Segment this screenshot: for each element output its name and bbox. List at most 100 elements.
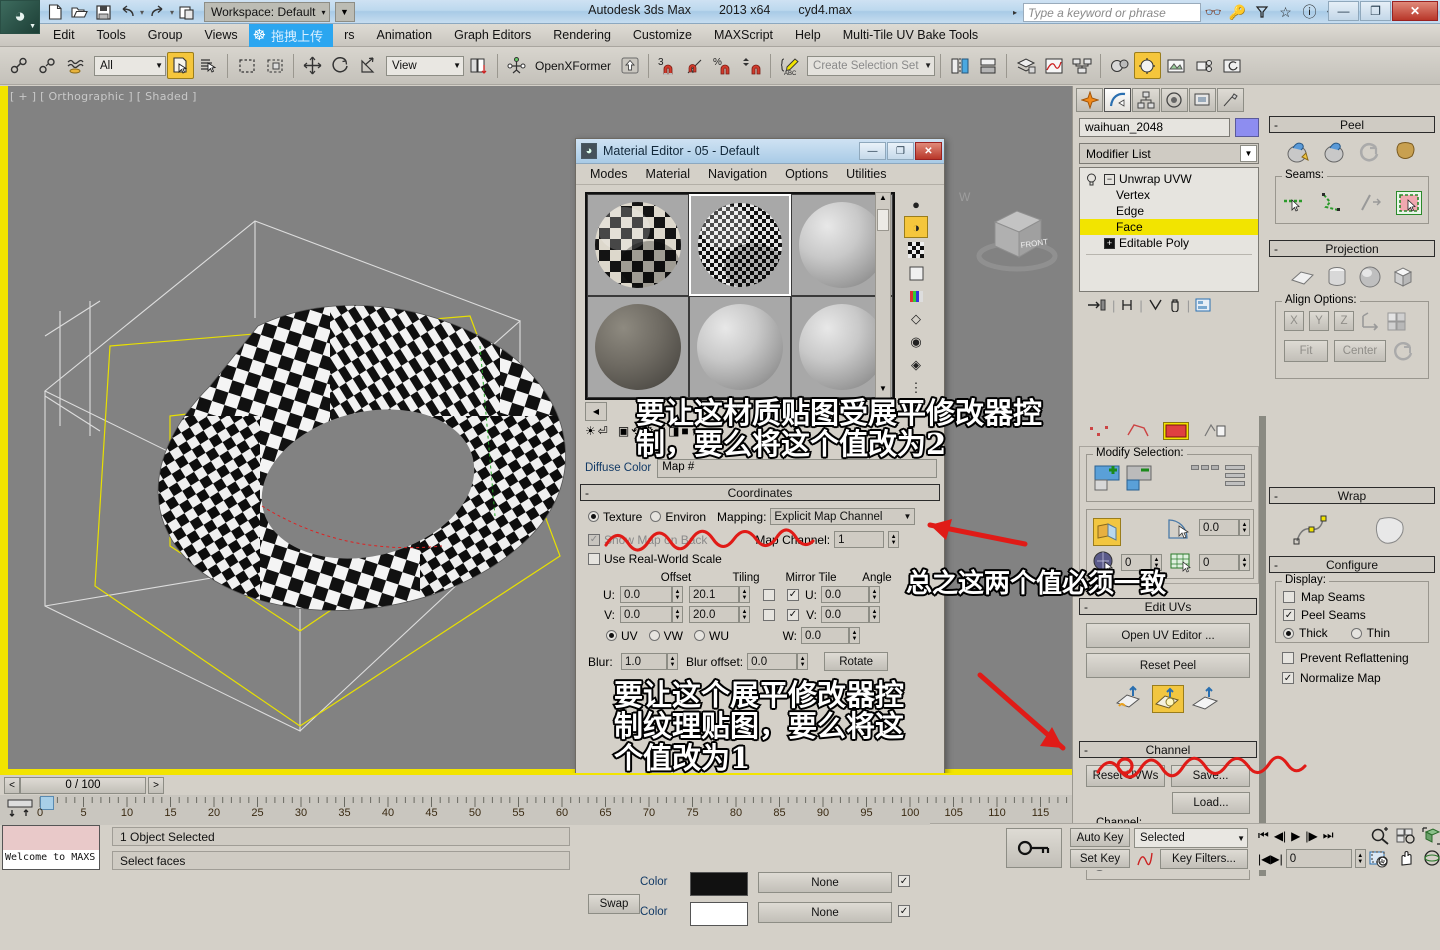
maxscript-mini-listener[interactable]: Welcome to MAXS — [2, 825, 100, 870]
make-preview-icon[interactable]: ◇ — [904, 308, 928, 330]
pan-hand-icon[interactable] — [1396, 849, 1416, 867]
go-to-parent-icon[interactable]: ↑ — [691, 424, 697, 438]
render-production-icon[interactable] — [1190, 52, 1217, 79]
zoom-icon[interactable] — [1370, 827, 1390, 845]
make-unique-icon[interactable] — [1148, 298, 1163, 312]
stack-item-editable-poly[interactable]: + Editable Poly — [1080, 235, 1258, 251]
select-link-icon[interactable] — [6, 52, 33, 79]
material-editor-restore-button[interactable]: ❐ — [887, 142, 914, 160]
mirror-u-checkbox[interactable] — [763, 589, 775, 601]
vertex-mode-icon[interactable] — [1087, 422, 1113, 440]
texture-radio[interactable] — [588, 511, 599, 522]
map-slot-1-button[interactable]: None — [758, 872, 892, 893]
color-1-swatch[interactable] — [690, 872, 748, 896]
menu-item-multi-tile-uv-bake[interactable]: Multi-Tile UV Bake Tools — [832, 26, 989, 44]
angle-w-input[interactable]: 0.0 — [801, 627, 849, 644]
reset-uvws-button[interactable]: Reset UVWs — [1086, 765, 1165, 787]
map-slot-2-button[interactable]: None — [758, 902, 892, 923]
uv-radio[interactable] — [606, 630, 617, 641]
color-2-swatch[interactable] — [690, 902, 748, 926]
select-by-material-id-icon[interactable] — [1092, 550, 1118, 574]
collapse-icon[interactable]: − — [1104, 174, 1115, 185]
menu-item-animation[interactable]: Animation — [366, 26, 444, 44]
align-to-view-icon[interactable] — [1386, 311, 1408, 331]
video-color-check-icon[interactable] — [904, 285, 928, 307]
angle-v-input[interactable]: 0.0 — [821, 606, 869, 623]
curve-editor-icon[interactable] — [1040, 52, 1067, 79]
edge-sel-to-peel-seams-icon[interactable] — [1282, 192, 1308, 214]
tab-display[interactable] — [1189, 88, 1216, 112]
quick-planar-map-icon[interactable] — [1115, 685, 1145, 713]
material-id-channel-icon[interactable]: ⋮ — [904, 377, 928, 399]
peel-header[interactable]: - Peel — [1269, 116, 1435, 133]
collapse-icon[interactable]: - — [1084, 600, 1088, 614]
snaps-toggle-icon[interactable]: 3 — [654, 52, 681, 79]
pelt-map-icon[interactable] — [1191, 685, 1221, 713]
workspace-selector[interactable]: Workspace: Default ▾ — [204, 2, 330, 22]
mirror-geometry-icon[interactable] — [946, 52, 973, 79]
spline-wrap-icon[interactable] — [1291, 513, 1339, 547]
menu-item-tools[interactable]: Tools — [86, 26, 137, 44]
prevent-reflattening-checkbox[interactable] — [1282, 652, 1294, 664]
wechat-upload-button[interactable]: ☸ 拖拽上传 — [249, 24, 333, 47]
show-end-result-icon[interactable]: ■ — [681, 424, 688, 438]
key-icon[interactable]: 🔑 — [1226, 2, 1249, 22]
face-mode-icon[interactable] — [1163, 422, 1189, 440]
show-in-viewport-icon[interactable]: ◨ — [668, 424, 679, 438]
current-frame-input[interactable]: 0 — [1286, 849, 1352, 868]
overflow-arrow-icon[interactable]: ▸ — [1008, 8, 1022, 17]
collapse-icon[interactable]: - — [1274, 242, 1278, 256]
percent-snap-icon[interactable]: % — [710, 52, 737, 79]
map-slot-2-checkbox[interactable]: ✓ — [898, 905, 910, 917]
map-channel-spinner[interactable]: ▲▼ — [888, 531, 899, 548]
tab-motion[interactable] — [1161, 88, 1188, 112]
align-z-button[interactable]: Z — [1334, 311, 1354, 331]
tiling-u-spinner[interactable]: ▲▼ — [739, 586, 750, 603]
bind-to-space-warp-icon[interactable] — [62, 52, 89, 79]
minimize-button[interactable]: — — [1328, 1, 1359, 21]
command-panel-scrollbar[interactable] — [1259, 416, 1266, 876]
angle-snap-icon[interactable] — [682, 52, 709, 79]
next-frame-button[interactable]: > — [148, 777, 164, 794]
smoothing-group-spinner[interactable]: ▲▼ — [1239, 554, 1250, 571]
wu-radio[interactable] — [694, 630, 705, 641]
reset-peel-button[interactable]: Reset Peel — [1086, 653, 1250, 678]
use-real-world-scale-checkbox[interactable] — [588, 553, 600, 565]
render-setup-icon[interactable] — [1134, 52, 1161, 79]
star-icon[interactable]: ☆ — [1274, 2, 1297, 22]
map-seams-checkbox[interactable] — [1283, 591, 1295, 603]
select-by-name-icon[interactable] — [195, 52, 222, 79]
shrink-selection-icon[interactable] — [1125, 464, 1153, 492]
blur-offset-input[interactable]: 0.0 — [747, 653, 797, 670]
normalize-map-checkbox[interactable]: ✓ — [1282, 672, 1294, 684]
go-forward-sibling-icon[interactable]: → — [699, 424, 711, 438]
zoom-all-icon[interactable] — [1396, 827, 1416, 845]
auto-key-button[interactable]: Auto Key — [1070, 828, 1130, 847]
menu-item-edit[interactable]: Edit — [42, 26, 86, 44]
mirror-icon[interactable] — [503, 52, 530, 79]
select-by-material-icon[interactable]: ◈ — [904, 354, 928, 376]
scroll-up-icon[interactable]: ▲ — [876, 193, 890, 208]
offset-u-spinner[interactable]: ▲▼ — [672, 586, 683, 603]
get-material-icon[interactable]: ☀ — [585, 424, 596, 438]
application-menu-button[interactable]: ◕ ▼ — [0, 0, 40, 34]
select-and-move-icon[interactable] — [299, 52, 326, 79]
collapse-icon[interactable]: - — [585, 486, 589, 500]
thin-radio[interactable] — [1351, 628, 1362, 639]
configure-modifier-sets-icon[interactable] — [1195, 298, 1211, 312]
blur-offset-spinner[interactable]: ▲▼ — [797, 653, 808, 670]
sample-slot-5[interactable] — [689, 296, 791, 398]
put-to-scene-icon[interactable]: ⏎ — [598, 424, 608, 438]
window-crossing-icon[interactable] — [261, 52, 288, 79]
tile-u-checkbox[interactable]: ✓ — [787, 589, 799, 601]
load-channel-button[interactable]: Load... — [1172, 792, 1250, 814]
sample-slot-4[interactable] — [587, 296, 689, 398]
tile-v-checkbox[interactable]: ✓ — [787, 609, 799, 621]
object-color-swatch[interactable] — [1235, 118, 1259, 137]
environ-radio[interactable] — [650, 511, 661, 522]
tab-modify[interactable] — [1104, 88, 1131, 112]
view-cube[interactable]: W FRONT — [965, 194, 1065, 280]
best-align-icon[interactable] — [1359, 311, 1381, 331]
rotate-button[interactable]: Rotate — [824, 652, 888, 671]
quick-peel-icon[interactable] — [1285, 140, 1311, 164]
